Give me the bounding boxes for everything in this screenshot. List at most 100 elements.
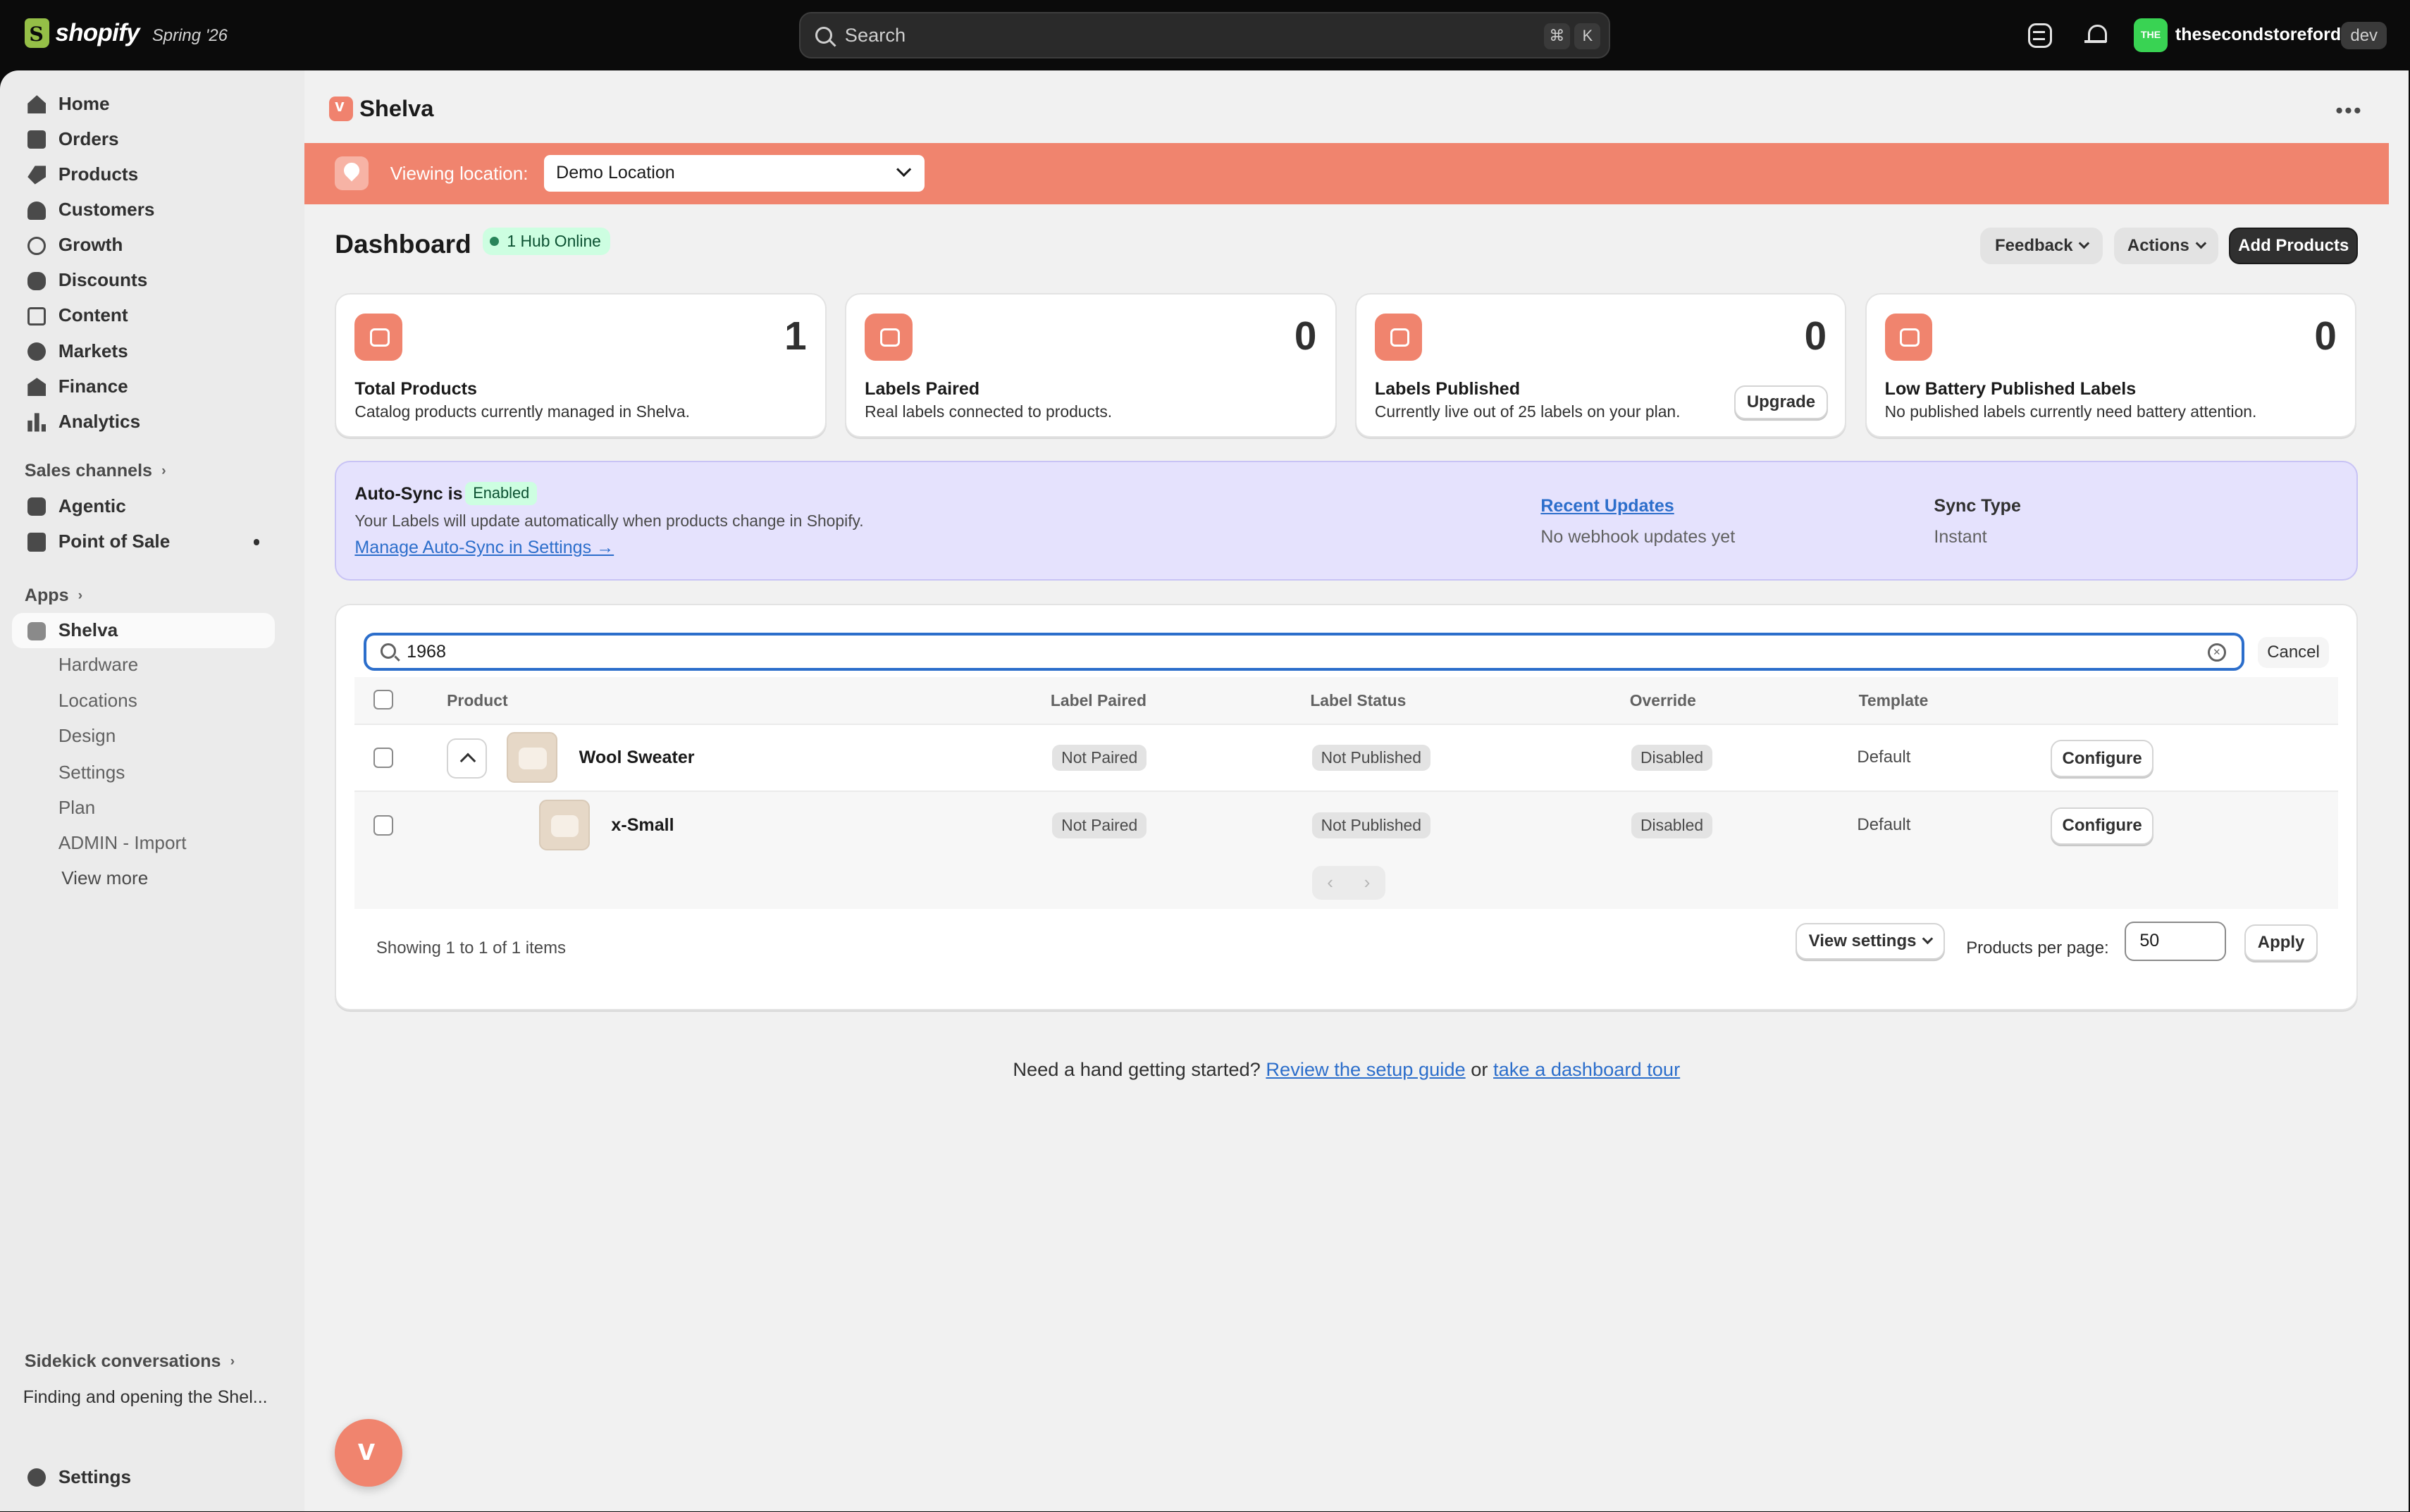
shopify-bag-icon bbox=[24, 18, 49, 48]
pos-icon bbox=[27, 533, 47, 552]
sidebar-item-point-of-sale[interactable]: Point of Sale bbox=[12, 523, 275, 559]
bar-chart-icon bbox=[27, 413, 47, 432]
stat-label: Labels Published bbox=[1374, 379, 1521, 399]
sidebar-item-label: Analytics bbox=[58, 410, 141, 432]
col-product[interactable]: Product bbox=[447, 691, 507, 710]
broadcast-icon bbox=[1374, 313, 1423, 361]
sidebar-item-settings[interactable]: Settings bbox=[12, 1459, 275, 1494]
cancel-search-button[interactable]: Cancel bbox=[2258, 637, 2329, 669]
variant-name[interactable]: x-Small bbox=[611, 815, 674, 836]
table-footer: Showing 1 to 1 of 1 items View settings … bbox=[336, 912, 2359, 1001]
sidebar-sub-design[interactable]: Design bbox=[12, 719, 275, 752]
sidebar-item-home[interactable]: Home bbox=[12, 86, 275, 121]
select-all-checkbox[interactable] bbox=[373, 689, 393, 709]
col-label-status[interactable]: Label Status bbox=[1310, 691, 1406, 710]
table-row[interactable]: x-Small Not Paired Not Published Disable… bbox=[354, 791, 2338, 859]
sidebar-item-growth[interactable]: Growth bbox=[12, 228, 275, 263]
sidebar-item-analytics[interactable]: Analytics bbox=[12, 404, 275, 439]
brand-name: shopify bbox=[55, 18, 140, 47]
app-title: Shelva bbox=[359, 95, 434, 122]
feedback-button[interactable]: Feedback bbox=[1980, 227, 2103, 264]
store-avatar[interactable]: THE bbox=[2134, 18, 2168, 53]
autosync-desc: Your Labels will update automatically wh… bbox=[354, 511, 864, 530]
sync-type-label: Sync Type bbox=[1934, 495, 2021, 516]
sidebar-item-content[interactable]: Content bbox=[12, 298, 275, 333]
sales-channels-header[interactable]: Sales channels › bbox=[25, 461, 166, 481]
more-options-icon[interactable]: ••• bbox=[2335, 99, 2363, 123]
view-more-link[interactable]: View more bbox=[12, 862, 275, 896]
clear-icon[interactable]: × bbox=[2207, 643, 2226, 662]
configure-button[interactable]: Configure bbox=[2051, 807, 2154, 845]
sidebar-sub-settings[interactable]: Settings bbox=[12, 756, 275, 790]
sidebar-item-label: Point of Sale bbox=[58, 530, 171, 552]
recent-updates-link[interactable]: Recent Updates bbox=[1540, 496, 1674, 516]
sidebar-item-discounts[interactable]: Discounts bbox=[12, 263, 275, 298]
sidekick-label: Sidekick conversations bbox=[24, 1351, 221, 1372]
sidebar-sub-locations[interactable]: Locations bbox=[12, 683, 275, 717]
product-search-input[interactable]: 1968 × bbox=[364, 632, 2244, 671]
sidebar-sub-admin-import[interactable]: ADMIN - Import bbox=[12, 826, 275, 860]
store-name[interactable]: thesecondstorefordev bbox=[2175, 25, 2361, 45]
sidekick-conversations-header[interactable]: Sidekick conversations › bbox=[25, 1351, 235, 1372]
sidebar-item-finance[interactable]: Finance bbox=[12, 368, 275, 404]
link-icon bbox=[865, 313, 913, 361]
next-page-button[interactable]: › bbox=[1348, 866, 1386, 900]
sidebar-item-label: Markets bbox=[58, 340, 128, 361]
col-label-paired[interactable]: Label Paired bbox=[1051, 691, 1147, 710]
bell-icon[interactable] bbox=[2084, 23, 2109, 48]
location-select[interactable]: Demo Location bbox=[543, 155, 925, 192]
stat-label: Total Products bbox=[354, 379, 477, 399]
content-icon bbox=[27, 306, 47, 326]
apply-button[interactable]: Apply bbox=[2244, 924, 2318, 962]
product-name[interactable]: Wool Sweater bbox=[579, 748, 695, 768]
sidekick-conversation-item[interactable]: Finding and opening the Shel... bbox=[23, 1387, 268, 1408]
location-label: Viewing location: bbox=[390, 163, 529, 185]
sidebar-sub-plan[interactable]: Plan bbox=[12, 791, 275, 825]
global-search[interactable]: Search ⌘ K bbox=[798, 12, 1610, 58]
sales-channels-label: Sales channels bbox=[24, 460, 152, 481]
discount-icon bbox=[27, 271, 47, 290]
row-checkbox[interactable] bbox=[373, 815, 393, 836]
sidebar-item-label: Agentic bbox=[58, 495, 126, 516]
sidebar-item-orders[interactable]: Orders bbox=[12, 121, 275, 156]
sidebar-item-label: Finance bbox=[58, 375, 128, 397]
sidebar-item-shelva[interactable]: Shelva bbox=[12, 612, 276, 648]
per-page-input[interactable]: 50 bbox=[2124, 921, 2226, 962]
dashboard-tour-link[interactable]: take a dashboard tour bbox=[1493, 1058, 1680, 1080]
store-badge: dev bbox=[2341, 21, 2387, 49]
collapse-chevron-up-icon[interactable] bbox=[447, 738, 487, 779]
label-paired-badge: Not Paired bbox=[1052, 744, 1147, 771]
prev-page-button[interactable]: ‹ bbox=[1311, 866, 1349, 900]
sidebar: Home Orders Products Customers Growth Di… bbox=[0, 70, 304, 1512]
stat-value: 0 bbox=[1294, 314, 1317, 359]
sidebar-sub-hardware[interactable]: Hardware bbox=[12, 648, 275, 682]
hub-status-badge: 1 Hub Online bbox=[482, 227, 610, 255]
col-template[interactable]: Template bbox=[1859, 691, 1929, 710]
upgrade-button[interactable]: Upgrade bbox=[1734, 385, 1828, 419]
k-key: K bbox=[1574, 23, 1601, 49]
setup-guide-link[interactable]: Review the setup guide bbox=[1266, 1058, 1465, 1080]
row-checkbox[interactable] bbox=[373, 748, 393, 768]
sidebar-item-label: Shelva bbox=[58, 619, 118, 641]
view-settings-button[interactable]: View settings bbox=[1796, 922, 1945, 960]
sidebar-item-markets[interactable]: Markets bbox=[12, 333, 275, 368]
growth-icon bbox=[27, 236, 47, 255]
add-products-button[interactable]: Add Products bbox=[2229, 227, 2359, 264]
col-override[interactable]: Override bbox=[1630, 691, 1696, 710]
sidebar-item-label: Settings bbox=[58, 1465, 132, 1487]
shopify-logo[interactable]: shopify bbox=[24, 18, 140, 48]
table-row[interactable]: Wool Sweater Not Paired Not Published Di… bbox=[354, 723, 2338, 791]
manage-autosync-link[interactable]: Manage Auto-Sync in Settings → bbox=[354, 538, 614, 558]
shelva-fab-button[interactable] bbox=[335, 1419, 403, 1487]
apps-header[interactable]: Apps › bbox=[25, 585, 82, 606]
template-value: Default bbox=[1857, 748, 1911, 767]
sidekick-icon[interactable] bbox=[2027, 23, 2053, 48]
products-table-card: 1968 × Cancel Product Label Paired Label… bbox=[335, 603, 2359, 1011]
actions-button[interactable]: Actions bbox=[2113, 227, 2218, 264]
sidebar-item-agentic[interactable]: Agentic bbox=[12, 488, 275, 523]
chevron-down-icon bbox=[1922, 934, 1934, 945]
sidebar-item-customers[interactable]: Customers bbox=[12, 192, 275, 227]
search-icon bbox=[381, 643, 396, 659]
configure-button[interactable]: Configure bbox=[2051, 740, 2154, 777]
sidebar-item-products[interactable]: Products bbox=[12, 156, 275, 192]
